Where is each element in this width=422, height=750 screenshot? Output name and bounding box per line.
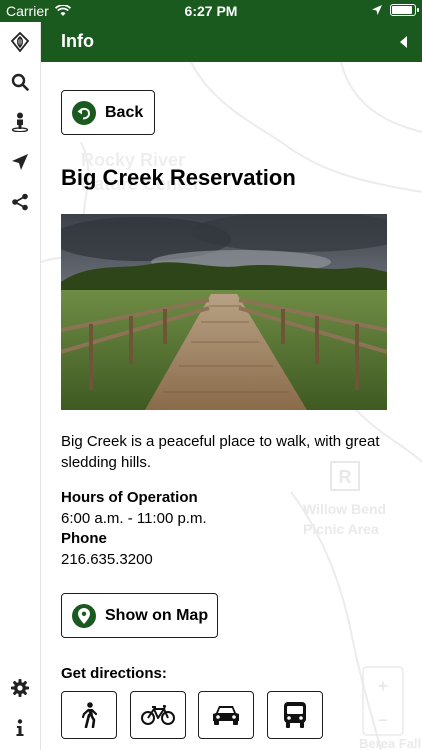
walking-directions-button[interactable]: [61, 691, 117, 739]
info-panel: Back Big Creek Reservation Big Creek is …: [41, 62, 422, 750]
battery-icon: [390, 4, 419, 16]
walking-icon: [81, 702, 98, 728]
phone-value[interactable]: 216.635.3200: [61, 551, 153, 568]
info-icon[interactable]: [8, 716, 32, 740]
car-directions-button[interactable]: [198, 691, 254, 739]
place-title: Big Creek Reservation: [61, 165, 296, 190]
hours-value: 6:00 a.m. - 11:00 p.m.: [61, 510, 207, 527]
battery-level: [392, 6, 412, 14]
car-icon: [213, 706, 239, 725]
bicycle-icon: [141, 705, 175, 725]
back-button[interactable]: Back: [61, 90, 155, 135]
info-header: Info: [41, 22, 422, 62]
gear-icon[interactable]: [8, 676, 32, 700]
map-pin-icon: [72, 603, 96, 628]
status-right: [372, 4, 419, 16]
share-icon[interactable]: [8, 190, 32, 214]
show-on-map-label: Show on Map: [105, 606, 209, 624]
bicycle-directions-button[interactable]: [130, 691, 186, 739]
bus-icon: [284, 702, 306, 728]
transit-directions-button[interactable]: [267, 691, 323, 739]
leaf-logo-icon[interactable]: [8, 30, 32, 54]
sidebar: [0, 22, 41, 750]
person-location-icon[interactable]: [8, 110, 32, 134]
search-icon[interactable]: [8, 70, 32, 94]
directions-label: Get directions:: [61, 665, 167, 682]
status-bar: Carrier 6:27 PM: [0, 0, 422, 22]
status-time: 6:27 PM: [184, 3, 238, 19]
back-arrow-icon: [72, 100, 96, 125]
place-photo: [61, 214, 387, 410]
back-button-label: Back: [105, 103, 144, 121]
hours-label: Hours of Operation: [61, 489, 198, 506]
location-services-icon: [372, 5, 382, 15]
navigation-arrow-icon[interactable]: [8, 150, 32, 174]
collapse-panel-icon[interactable]: [396, 34, 412, 50]
place-description: Big Creek is a peaceful place to walk, w…: [61, 433, 380, 471]
show-on-map-button[interactable]: Show on Map: [61, 593, 218, 638]
page-title: Info: [61, 31, 94, 51]
phone-label: Phone: [61, 530, 107, 547]
